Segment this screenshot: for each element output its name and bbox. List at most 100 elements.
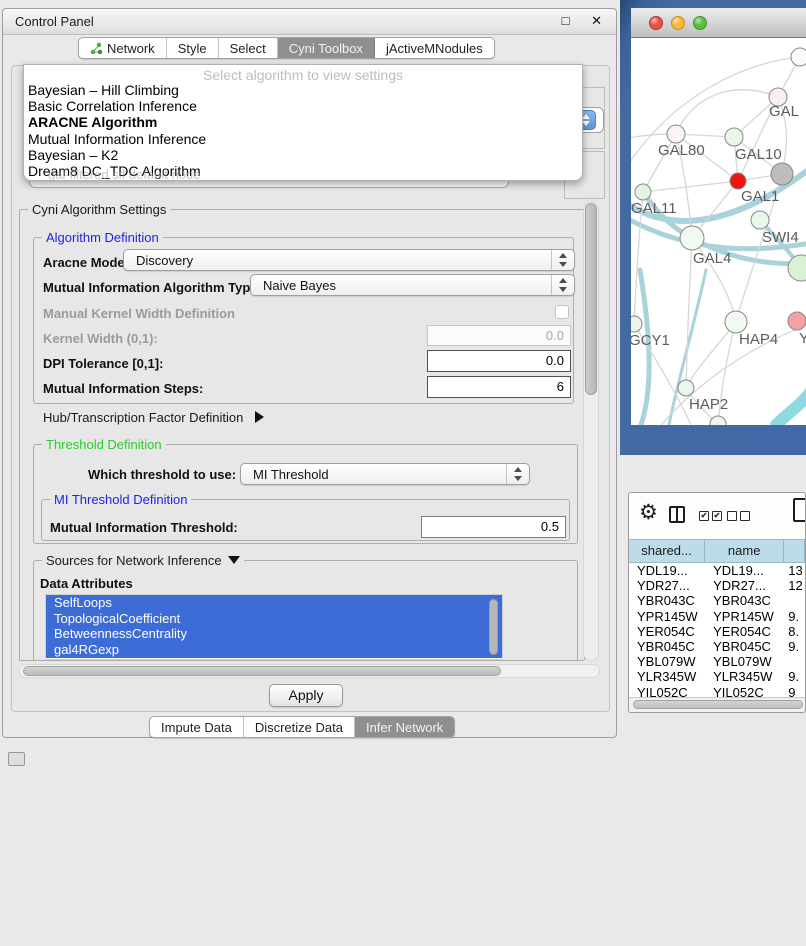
- collapse-arrow-icon[interactable]: [228, 556, 240, 564]
- which-threshold-combobox[interactable]: MI Threshold: [240, 463, 530, 485]
- table-cell: YBR043C: [705, 593, 784, 608]
- tab-jactivemnodules[interactable]: jActiveMNodules: [375, 38, 494, 58]
- tab-cyni-toolbox[interactable]: Cyni Toolbox: [278, 38, 375, 58]
- table-cell: 9.: [784, 609, 805, 624]
- tab-infer-network[interactable]: Infer Network: [355, 717, 454, 737]
- table-row[interactable]: YLR345WYLR345W9.: [629, 669, 805, 684]
- data-attribute-item[interactable]: BetweennessCentrality: [46, 626, 502, 642]
- list-scrollbar[interactable]: [489, 599, 498, 655]
- select-all-icon[interactable]: ✔✔: [699, 511, 722, 521]
- table-row[interactable]: YER054CYER054C8.: [629, 624, 805, 639]
- table-row[interactable]: YBR043CYBR043C: [629, 593, 805, 608]
- kernel-width-input[interactable]: 0.0: [427, 325, 571, 346]
- minimized-panel-chip[interactable]: [8, 752, 25, 766]
- network-edge[interactable]: [776, 388, 806, 425]
- table-panel-header: Table Panel: [620, 452, 806, 490]
- gear-icon[interactable]: ⚙: [639, 500, 658, 525]
- data-attributes-list[interactable]: SelfLoopsTopologicalCoefficientBetweenne…: [45, 594, 503, 660]
- combobox-spinner[interactable]: [551, 275, 574, 295]
- table-cell: YBL079W: [629, 654, 705, 669]
- network-node-gal80[interactable]: [667, 125, 685, 143]
- aracne-mode-combobox[interactable]: Discovery: [123, 249, 575, 271]
- table-row[interactable]: YBR045CYBR045C9.: [629, 639, 805, 654]
- manual-kernel-width-checkbox[interactable]: [555, 305, 569, 319]
- network-window-titlebar[interactable]: [631, 8, 806, 38]
- node-label: GAL80: [658, 142, 705, 159]
- mi-steps-label: Mutual Information Steps:: [43, 381, 203, 396]
- table-cell: YDR27...: [705, 578, 784, 593]
- table-row[interactable]: YPR145WYPR145W9.: [629, 609, 805, 624]
- algorithm-option[interactable]: Bayesian – Hill Climbing: [24, 82, 582, 98]
- network-node[interactable]: [788, 255, 806, 281]
- application-root: Control Panel □ ✕ NetworkStyleSelect Cyni…: [0, 0, 806, 762]
- dpi-tolerance-input[interactable]: 0.0: [427, 350, 571, 372]
- column-header-partial[interactable]: [784, 540, 805, 562]
- columns-icon[interactable]: [669, 506, 685, 523]
- network-node-swi4[interactable]: [751, 211, 769, 229]
- network-canvas[interactable]: GALGAL80GAL10GAL1GAL11SWI4GAL4GCY1HAP4YH…: [631, 38, 806, 425]
- network-node-hap4[interactable]: [725, 311, 747, 333]
- network-edge[interactable]: [643, 181, 738, 192]
- combobox-spinner[interactable]: [506, 464, 529, 484]
- network-node-gal1[interactable]: [730, 173, 746, 189]
- close-window-icon[interactable]: ✕: [591, 13, 608, 29]
- node-label: GAL11: [631, 200, 677, 217]
- table-scrollbar-thumb[interactable]: [633, 700, 803, 709]
- settings-horizontal-scrollbar-thumb[interactable]: [23, 666, 501, 676]
- tab-discretize-data[interactable]: Discretize Data: [244, 717, 355, 737]
- table-cell: YPR145W: [629, 609, 705, 624]
- tab-label: Cyni Toolbox: [289, 41, 363, 56]
- sources-group-title[interactable]: Sources for Network Inference: [42, 553, 244, 568]
- network-node-gcy1[interactable]: [631, 316, 642, 332]
- data-attribute-item[interactable]: SelfLoops: [46, 595, 502, 611]
- column-header-shared...[interactable]: shared...: [629, 540, 705, 562]
- table-row[interactable]: YDL19...YDL19...13: [629, 563, 805, 578]
- mi-threshold-input[interactable]: 0.5: [421, 516, 566, 538]
- combobox-spinner[interactable]: [551, 250, 574, 270]
- mi-algorithm-type-combobox[interactable]: Naive Bayes: [250, 274, 575, 296]
- new-table-icon[interactable]: [793, 498, 806, 522]
- algorithm-option[interactable]: ARACNE Algorithm: [24, 114, 582, 130]
- column-header-name[interactable]: name: [705, 540, 784, 562]
- table-cell: YIL052C: [705, 685, 784, 699]
- network-node-gal11[interactable]: [635, 184, 651, 200]
- zoom-traffic-light-icon[interactable]: [693, 16, 707, 30]
- network-node[interactable]: [771, 163, 793, 185]
- hub-definition-toggle[interactable]: Hub/Transcription Factor Definition: [43, 410, 264, 425]
- table-row[interactable]: YBL079WYBL079W: [629, 654, 805, 669]
- table-cell: [784, 593, 805, 608]
- control-panel-titlebar[interactable]: Control Panel □ ✕: [3, 9, 616, 35]
- minimize-traffic-light-icon[interactable]: [671, 16, 685, 30]
- network-edge[interactable]: [676, 90, 778, 134]
- data-attribute-item[interactable]: TopologicalCoefficient: [46, 611, 502, 627]
- settings-vertical-scrollbar-thumb[interactable]: [585, 203, 597, 395]
- node-table[interactable]: shared...name YDL19...YDL19...13YDR27...…: [629, 539, 805, 698]
- network-node[interactable]: [710, 416, 726, 425]
- table-row[interactable]: YDR27...YDR27...12: [629, 578, 805, 593]
- expand-arrow-icon[interactable]: [255, 411, 264, 423]
- tab-impute-data[interactable]: Impute Data: [150, 717, 244, 737]
- network-node-gal10[interactable]: [725, 128, 743, 146]
- tab-style[interactable]: Style: [167, 38, 219, 58]
- network-combobox-value: gal-filtered sif default node: [48, 167, 200, 182]
- algorithm-option[interactable]: Basic Correlation Inference: [24, 98, 582, 114]
- tab-select[interactable]: Select: [219, 38, 278, 58]
- node-label: GAL1: [741, 188, 779, 205]
- apply-button[interactable]: Apply: [269, 684, 343, 707]
- tab-network[interactable]: Network: [79, 38, 167, 58]
- network-edge[interactable]: [686, 238, 692, 388]
- mi-algorithm-type-label: Mutual Information Algorithm Type:: [43, 280, 262, 295]
- network-node[interactable]: [791, 48, 806, 66]
- float-window-icon[interactable]: □: [562, 13, 576, 28]
- table-horizontal-scrollbar[interactable]: [629, 697, 805, 712]
- deselect-all-icon[interactable]: [727, 511, 750, 521]
- network-node-gal4[interactable]: [680, 226, 704, 250]
- algorithm-option[interactable]: Bayesian – K2: [24, 147, 582, 163]
- table-row[interactable]: YIL052CYIL052C9: [629, 685, 805, 699]
- close-traffic-light-icon[interactable]: [649, 16, 663, 30]
- data-attribute-item[interactable]: gal4RGexp: [46, 642, 502, 658]
- algorithm-option[interactable]: Mutual Information Inference: [24, 131, 582, 147]
- network-node-y[interactable]: [788, 312, 806, 330]
- mi-steps-input[interactable]: 6: [427, 376, 571, 398]
- network-node-hap2[interactable]: [678, 380, 694, 396]
